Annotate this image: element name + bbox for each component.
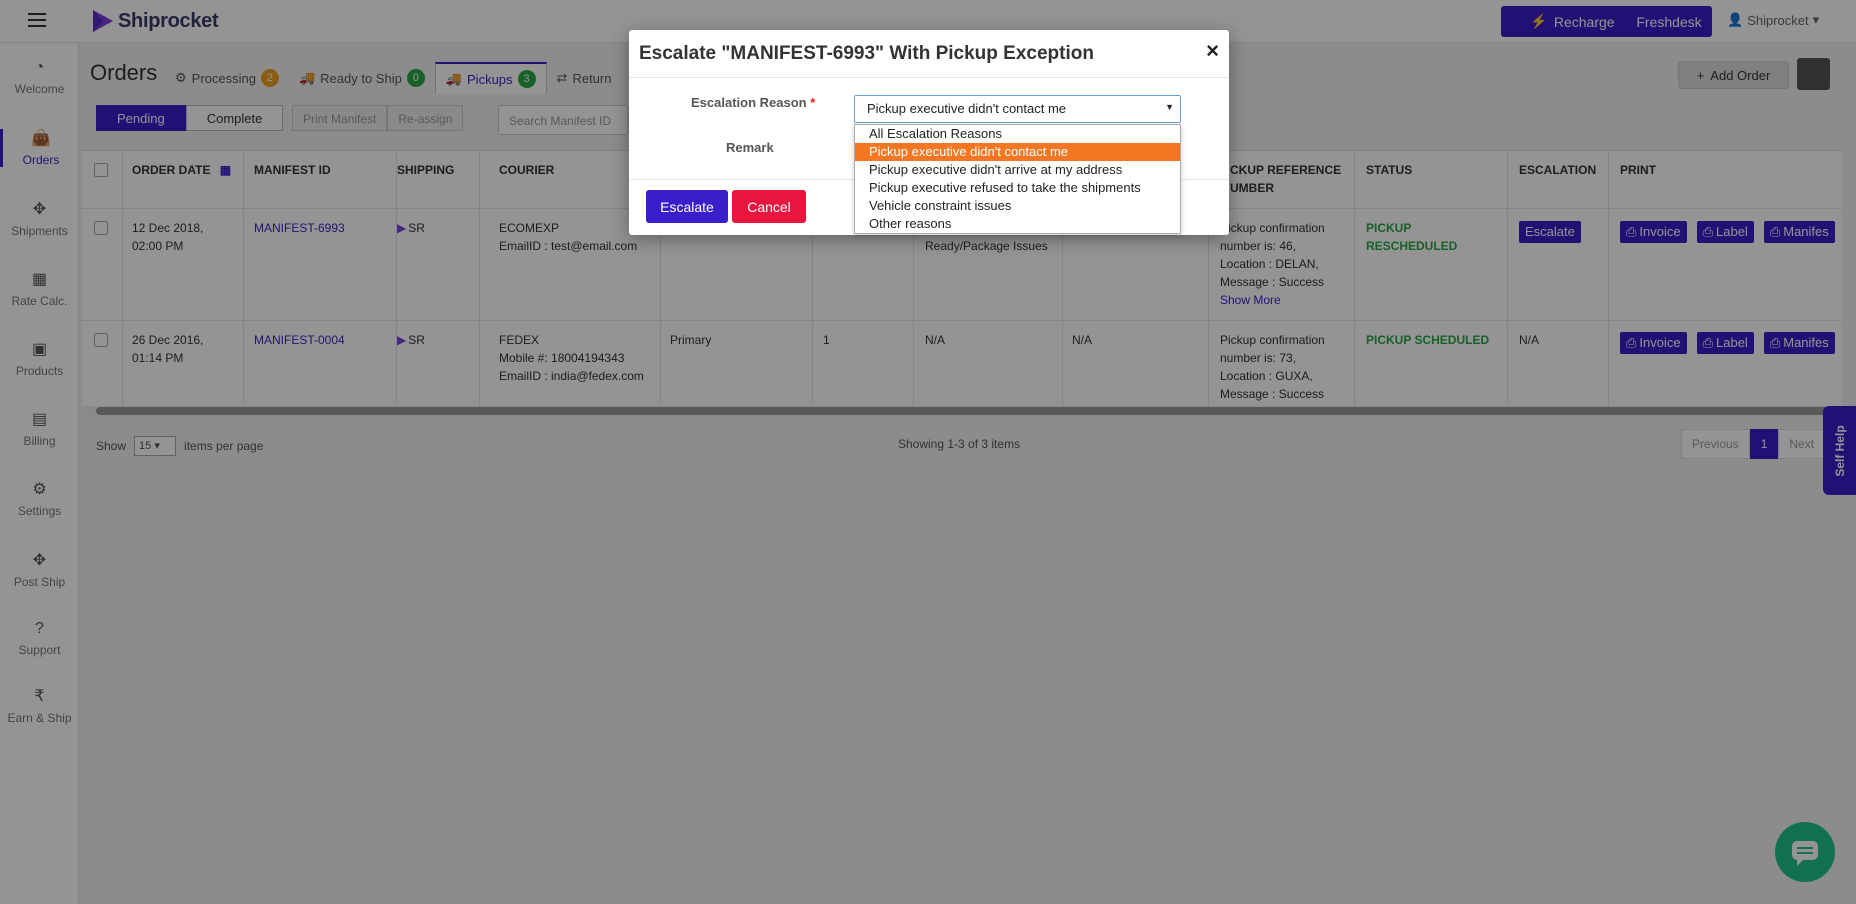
required-marker: * [810,95,816,110]
remark-label: Remark [726,140,774,155]
option-didnt-arrive[interactable]: Pickup executive didn't arrive at my add… [855,161,1180,179]
label-text: Escalation Reason [691,95,807,110]
modal-header: Escalate "MANIFEST-6993" With Pickup Exc… [629,30,1229,78]
option-vehicle-constraint[interactable]: Vehicle constraint issues [855,197,1180,215]
cancel-button[interactable]: Cancel [732,190,806,223]
option-didnt-contact[interactable]: Pickup executive didn't contact me [855,143,1180,161]
modal-title: Escalate "MANIFEST-6993" With Pickup Exc… [639,43,1094,64]
escalation-reason-options: All Escalation Reasons Pickup executive … [854,124,1181,234]
selected-value: Pickup executive didn't contact me [867,101,1067,116]
escalation-reason-select[interactable]: Pickup executive didn't contact me ▼ [854,95,1181,123]
dropdown-arrow-icon: ▼ [1165,102,1174,112]
escalate-button[interactable]: Escalate [646,190,728,223]
option-all-escalation-reasons[interactable]: All Escalation Reasons [855,125,1180,143]
option-refused-shipments[interactable]: Pickup executive refused to take the shi… [855,179,1180,197]
option-other-reasons[interactable]: Other reasons [855,215,1180,233]
close-icon[interactable]: × [1206,40,1219,62]
escalation-reason-label: Escalation Reason * [691,95,815,110]
